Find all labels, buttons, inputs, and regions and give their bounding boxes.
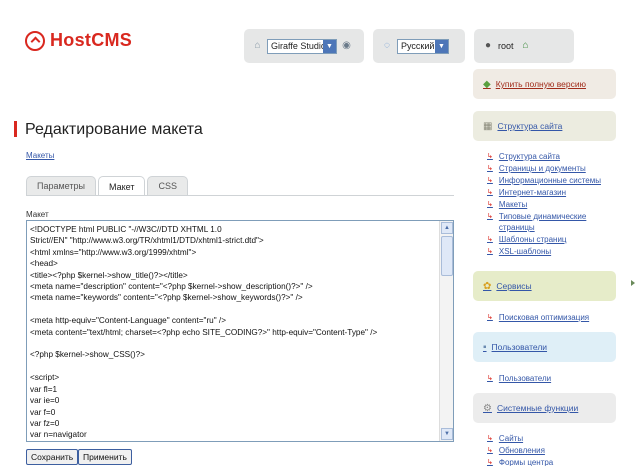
tag-icon: ◆ (483, 78, 491, 90)
gear-icon: ⚙ (483, 402, 492, 414)
submenu-item[interactable]: ↳ Обновления (487, 445, 553, 456)
sitemap-icon: ▦ (483, 120, 493, 132)
services-submenu: ↳ Поисковая оптимизация (487, 312, 589, 324)
breadcrumb[interactable]: Макеты (26, 151, 54, 160)
site-select-value: Giraffe Studio (270, 41, 326, 51)
submenu-item[interactable]: ↳ Макеты (487, 199, 609, 210)
menu-header-users[interactable]: ▪ Пользователи (473, 332, 616, 362)
bullet-icon: ↳ (487, 375, 493, 382)
chat-bubble-icon: ◌ (384, 40, 390, 51)
chevron-down-icon: ▼ (435, 39, 448, 53)
user-name[interactable]: root (498, 41, 514, 51)
building-icon: ⌂ (254, 40, 261, 51)
scroll-up-icon[interactable]: ▲ (441, 222, 453, 234)
logo[interactable]: HostCMS (25, 30, 132, 51)
bullet-icon: ↳ (487, 213, 493, 220)
chevron-down-icon: ▼ (323, 39, 336, 53)
tab-layout[interactable]: Макет (97, 176, 146, 196)
scroll-thumb[interactable] (441, 236, 453, 276)
submenu-item[interactable]: ↳ Сайты (487, 433, 553, 444)
menu-header-services-label: Сервисы (496, 281, 532, 291)
logo-icon (25, 30, 45, 51)
title-accent-bar (14, 121, 17, 137)
submenu-item[interactable]: ↳ Пользователи (487, 373, 551, 384)
scroll-down-icon[interactable]: ▼ (441, 428, 453, 440)
menu-header-system[interactable]: ⚙ Системные функции (473, 393, 616, 423)
site-select[interactable]: Giraffe Studio ▼ (266, 38, 337, 54)
tab-divider (26, 195, 454, 196)
collapse-arrow-icon[interactable] (631, 280, 635, 286)
services-icon: ✿ (483, 280, 492, 292)
system-submenu: ↳ Сайты ↳ Обновления ↳ Формы центра (487, 433, 553, 466)
submenu-item[interactable]: ↳ Типовые динамические страницы (487, 211, 609, 233)
menu-header-structure-label: Структура сайта (497, 121, 563, 131)
bullet-icon: ↳ (487, 189, 493, 196)
bullet-icon: ↳ (487, 435, 493, 442)
layout-code-editor[interactable]: <!DOCTYPE html PUBLIC "-//W3C//DTD XHTML… (26, 220, 454, 442)
submenu-item[interactable]: ↳ XSL-шаблоны (487, 246, 609, 257)
editor-scrollbar[interactable]: ▲ ▼ (439, 221, 453, 441)
bullet-icon: ↳ (487, 165, 493, 172)
submenu-item[interactable]: ↳ Интернет-магазин (487, 187, 609, 198)
site-selector-panel: ⌂ Giraffe Studio ▼ ◉ (244, 29, 364, 63)
submenu-item[interactable]: ↳ Страницы и документы (487, 163, 609, 174)
menu-header-system-label: Системные функции (496, 403, 579, 413)
language-select-value: Русский (401, 41, 435, 51)
submenu-item[interactable]: ↳ Информационные системы (487, 175, 609, 186)
bullet-icon: ↳ (487, 447, 493, 454)
users-submenu: ↳ Пользователи (487, 373, 551, 385)
tab-parameters[interactable]: Параметры (26, 176, 96, 195)
tab-bar: Параметры Макет CSS (26, 176, 190, 196)
bullet-icon: ↳ (487, 201, 493, 208)
submenu-item[interactable]: ↳ Структура сайта (487, 151, 609, 162)
bullet-icon: ↳ (487, 153, 493, 160)
menu-header-services[interactable]: ✿ Сервисы (473, 271, 616, 301)
language-select[interactable]: Русский ▼ (397, 38, 449, 54)
home-icon[interactable]: ⌂ (520, 40, 532, 52)
bullet-icon: ↳ (487, 177, 493, 184)
submenu-item[interactable]: ↳ Формы центра (487, 457, 553, 466)
buy-full-version-label: Купить полную версию (495, 79, 586, 89)
apply-button[interactable]: Применить (78, 449, 132, 465)
submenu-item[interactable]: ↳ Шаблоны страниц (487, 234, 609, 245)
logo-text: HostCMS (50, 30, 133, 50)
bullet-icon: ↳ (487, 248, 493, 255)
structure-submenu: ↳ Структура сайта ↳ Страницы и документы ↳… (487, 151, 609, 258)
bullet-icon: ↳ (487, 314, 493, 321)
editor-label: Макет (26, 210, 49, 219)
user-panel: ● root ⌂ (474, 29, 574, 63)
menu-header-structure[interactable]: ▦ Структура сайта (473, 111, 616, 141)
tab-css[interactable]: CSS (147, 176, 188, 195)
user-icon: ● (484, 40, 492, 51)
eye-icon[interactable]: ◉ (341, 40, 352, 52)
save-button[interactable]: Сохранить (26, 449, 79, 465)
code-content[interactable]: <!DOCTYPE html PUBLIC "-//W3C//DTD XHTML… (30, 224, 437, 441)
users-icon: ▪ (483, 341, 487, 353)
menu-header-users-label: Пользователи (491, 342, 548, 352)
language-selector-panel: ◌ Русский ▼ (373, 29, 465, 63)
bullet-icon: ↳ (487, 459, 493, 466)
submenu-item[interactable]: ↳ Поисковая оптимизация (487, 312, 589, 323)
bullet-icon: ↳ (487, 236, 493, 243)
buy-full-version-link[interactable]: ◆ Купить полную версию (473, 69, 616, 99)
page-title: Редактирование макета (25, 121, 203, 138)
